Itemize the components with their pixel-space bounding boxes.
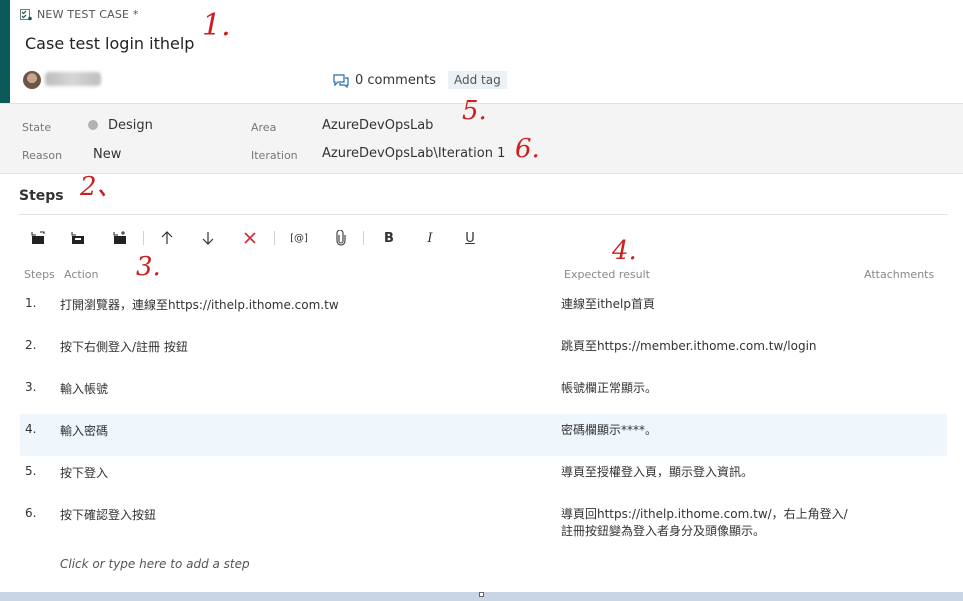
annotation-5: 5. [462, 96, 487, 126]
create-shared-step-button[interactable] [110, 228, 130, 248]
insert-step-icon [31, 231, 45, 244]
table-row[interactable]: 4. 輸入密碼 密碼欄顯示****。 [20, 414, 947, 456]
col-header-action: Action [64, 268, 99, 281]
iteration-label: Iteration [251, 149, 298, 162]
step-action[interactable]: 輸入密碼 [60, 422, 108, 439]
table-row[interactable]: 2. 按下右側登入/註冊 按鈕 跳頁至https://member.ithome… [20, 330, 947, 372]
table-row[interactable]: 6. 按下確認登入按鈕 導頁回https://ithelp.ithome.com… [20, 498, 947, 548]
area-label: Area [251, 121, 277, 134]
col-header-steps: Steps [24, 268, 55, 281]
steps-divider [19, 214, 948, 215]
annotation-1: 1. [202, 8, 231, 43]
toolbar-separator [274, 231, 275, 245]
delete-icon [244, 232, 256, 244]
annotation-6: 6. [515, 134, 540, 164]
step-number: 4. [25, 422, 37, 436]
state-label: State [22, 121, 52, 134]
step-expected[interactable]: 導頁回https://ithelp.ithome.com.tw/，右上角登入/ … [561, 506, 861, 540]
steps-section-title: Steps [19, 188, 64, 204]
step-expected[interactable]: 跳頁至https://member.ithome.com.tw/login [561, 338, 861, 355]
table-row[interactable]: 3. 輸入帳號 帳號欄正常顯示。 [20, 372, 947, 414]
toolbar-separator [363, 231, 364, 245]
step-number: 2. [25, 338, 37, 352]
table-row[interactable]: 1. 打開瀏覽器，連線至https://ithelp.ithome.com.tw… [20, 288, 947, 330]
insert-shared-step-icon [71, 232, 84, 244]
annotation-4: 4. [612, 236, 637, 266]
move-up-button[interactable] [157, 228, 177, 248]
step-number: 1. [25, 296, 37, 310]
bold-button[interactable]: B [379, 228, 399, 248]
reason-label: Reason [22, 149, 63, 162]
area-field[interactable]: AzureDevOpsLab [322, 118, 433, 133]
toolbar-separator [143, 231, 144, 245]
move-down-icon [202, 232, 214, 245]
comments-count: 0 comments [355, 73, 436, 88]
step-action[interactable]: 按下登入 [60, 464, 108, 481]
state-indicator [88, 120, 98, 130]
step-action[interactable]: 按下右側登入/註冊 按鈕 [60, 338, 188, 355]
italic-icon: I [427, 230, 433, 246]
step-action[interactable]: 輸入帳號 [60, 380, 108, 397]
step-number: 5. [25, 464, 37, 478]
avatar[interactable] [23, 71, 41, 89]
italic-button[interactable]: I [420, 228, 440, 248]
comment-icon [333, 73, 349, 88]
work-item-title[interactable]: Case test login ithelp [25, 34, 194, 53]
comments-link[interactable]: 0 comments [333, 73, 436, 88]
step-number: 3. [25, 380, 37, 394]
delete-step-button[interactable] [240, 228, 260, 248]
step-number: 6. [25, 506, 37, 520]
col-header-attachments: Attachments [864, 268, 935, 281]
insert-shared-step-button[interactable] [68, 228, 88, 248]
add-step-placeholder[interactable]: Click or type here to add a step [60, 557, 250, 571]
parameter-icon: [@] [290, 232, 308, 244]
move-up-icon [161, 231, 173, 244]
underline-button[interactable]: U [460, 228, 480, 248]
col-header-expected: Expected result [564, 268, 650, 281]
move-down-button[interactable] [198, 228, 218, 248]
resize-handle[interactable] [479, 592, 484, 597]
underline-icon: U [465, 230, 475, 246]
assigned-user-name[interactable] [45, 72, 101, 86]
step-expected[interactable]: 帳號欄正常顯示。 [561, 380, 861, 397]
work-item-header: NEW TEST CASE * Case test login ithelp 0… [0, 0, 963, 103]
attachment-icon [336, 230, 346, 246]
step-action[interactable]: 打開瀏覽器，連線至https://ithelp.ithome.com.tw [60, 296, 339, 313]
work-item-type-label: NEW TEST CASE * [37, 8, 139, 21]
bold-icon: B [384, 230, 394, 246]
step-expected[interactable]: 導頁至授權登入頁，顯示登入資訊。 [561, 464, 861, 481]
iteration-field[interactable]: AzureDevOpsLab\Iteration 1 [322, 146, 505, 161]
state-field[interactable]: Design [108, 118, 153, 133]
work-item-type: NEW TEST CASE * [20, 8, 139, 21]
reason-field[interactable]: New [93, 147, 121, 162]
insert-step-button[interactable] [28, 228, 48, 248]
add-attachment-button[interactable] [331, 228, 351, 248]
step-action[interactable]: 按下確認登入按鈕 [60, 506, 156, 523]
annotation-3: 3. [136, 252, 161, 282]
table-row[interactable]: 5. 按下登入 導頁至授權登入頁，顯示登入資訊。 [20, 456, 947, 498]
add-tag-button[interactable]: Add tag [448, 71, 507, 89]
step-expected[interactable]: 連線至ithelp首頁 [561, 296, 861, 313]
step-expected[interactable]: 密碼欄顯示****。 [561, 422, 861, 439]
test-case-icon [20, 8, 32, 20]
annotation-2: 2、 [80, 172, 123, 202]
insert-parameter-button[interactable]: [@] [288, 228, 310, 248]
create-shared-step-icon [113, 231, 126, 244]
